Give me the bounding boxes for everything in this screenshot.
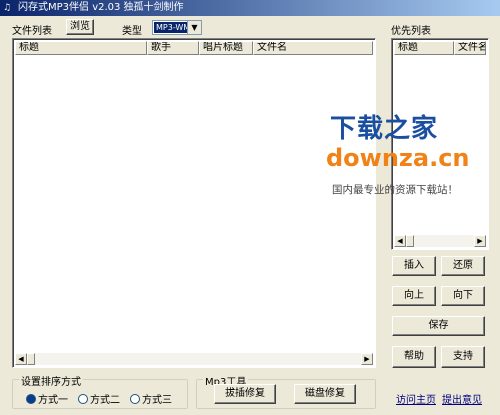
type-select-value: MP3-WMA: [154, 22, 187, 33]
radio-icon[interactable]: [78, 393, 88, 404]
scroll-right-icon[interactable]: ▶: [474, 235, 486, 247]
column-artist[interactable]: 歌手: [147, 41, 199, 55]
watermark-brand: 下载之家: [330, 114, 439, 144]
priority-list-label: 优先列表: [391, 26, 431, 37]
radio-icon[interactable]: [26, 393, 36, 404]
sort-option-1[interactable]: 方式一: [26, 391, 68, 406]
sort-option-label: 方式三: [142, 395, 172, 406]
file-list-hscroll[interactable]: ◀ ▶: [15, 353, 373, 365]
app-window: ♫ 闪存式MP3伴侣 v2.03 独孤十剑制作 文件列表 浏览 类型 MP3-W…: [0, 0, 500, 415]
sort-option-3[interactable]: 方式三: [130, 391, 172, 406]
file-list-label: 文件列表: [12, 26, 52, 37]
title-bar[interactable]: ♫ 闪存式MP3伴侣 v2.03 独孤十剑制作: [0, 0, 500, 16]
column-filename[interactable]: 文件名: [454, 41, 486, 55]
move-down-button[interactable]: 向下: [441, 286, 485, 306]
priority-list-hscroll[interactable]: ◀ ▶: [394, 235, 486, 247]
type-select[interactable]: MP3-WMA ▼: [152, 20, 202, 35]
disk-repair-button[interactable]: 磁盘修复: [294, 384, 356, 404]
column-title[interactable]: 标题: [394, 41, 454, 55]
sort-option-label: 方式二: [90, 395, 120, 406]
browse-button[interactable]: 浏览: [66, 19, 94, 35]
scroll-right-icon[interactable]: ▶: [361, 353, 373, 365]
watermark-slogan: 国内最专业的资源下载站！: [332, 184, 458, 196]
feedback-link[interactable]: 提出意见: [442, 391, 482, 406]
scroll-left-icon[interactable]: ◀: [394, 235, 406, 247]
column-title[interactable]: 标题: [15, 41, 147, 55]
move-up-button[interactable]: 向上: [392, 286, 436, 306]
radio-icon[interactable]: [130, 393, 140, 404]
support-button[interactable]: 支持: [441, 346, 485, 368]
insert-button[interactable]: 插入: [392, 256, 436, 276]
type-label: 类型: [122, 26, 142, 37]
scroll-thumb[interactable]: [27, 353, 35, 365]
watermark: 下载之家 downza.cn 国内最专业的资源下载站！: [322, 108, 492, 208]
file-list-header: 标题 歌手 唱片标题 文件名: [15, 41, 373, 55]
app-icon: ♫: [3, 3, 12, 13]
sort-option-label: 方式一: [38, 395, 68, 406]
scroll-left-icon[interactable]: ◀: [15, 353, 27, 365]
help-button[interactable]: 帮助: [392, 346, 436, 368]
save-button[interactable]: 保存: [392, 316, 485, 336]
scroll-thumb[interactable]: [406, 235, 414, 247]
restore-button[interactable]: 还原: [441, 256, 485, 276]
chevron-down-icon[interactable]: ▼: [187, 21, 201, 34]
sort-group-label: 设置排序方式: [19, 373, 83, 388]
watermark-url: downza.cn: [326, 144, 470, 172]
sort-option-2[interactable]: 方式二: [78, 391, 120, 406]
column-filename[interactable]: 文件名: [253, 41, 373, 55]
visit-homepage-link[interactable]: 访问主页: [396, 391, 436, 406]
plug-repair-button[interactable]: 拔插修复: [214, 384, 276, 404]
column-album[interactable]: 唱片标题: [199, 41, 253, 55]
priority-list-header: 标题 文件名: [394, 41, 486, 55]
window-title: 闪存式MP3伴侣 v2.03 独孤十剑制作: [18, 2, 184, 13]
